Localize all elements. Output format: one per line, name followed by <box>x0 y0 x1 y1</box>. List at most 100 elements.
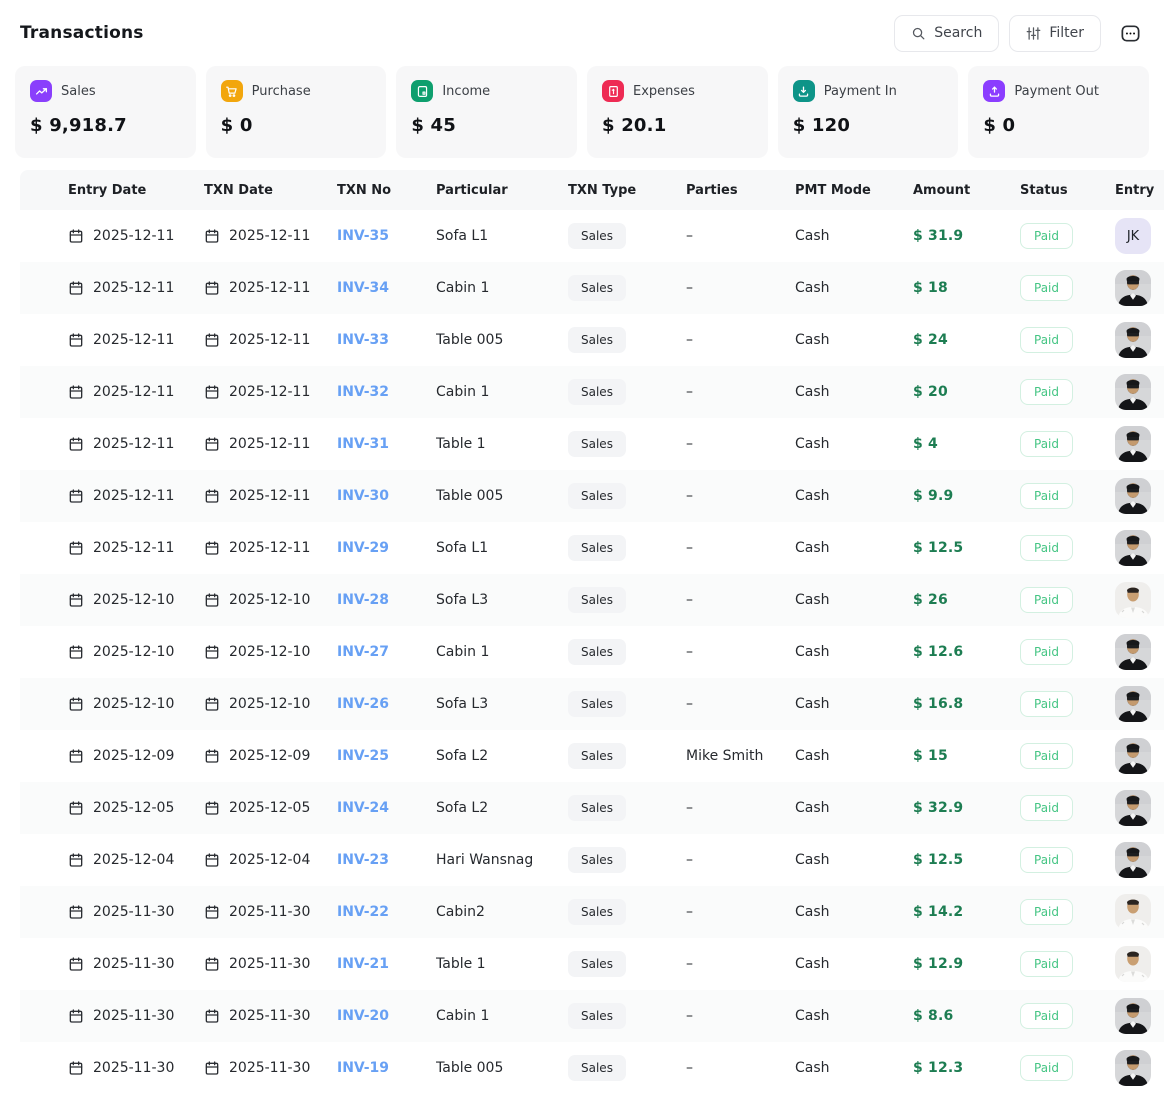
txn-type-badge: Sales <box>568 691 626 717</box>
txn-type-badge: Sales <box>568 587 626 613</box>
txn-no-link[interactable]: INV-23 <box>337 852 389 868</box>
txn-date: 2025-12-11 <box>229 540 310 556</box>
table-row[interactable]: 2025-12-10 2025-12-10 INV-27 Cabin 1 Sal… <box>20 626 1164 678</box>
status-badge: Paid <box>1020 847 1073 873</box>
entry-avatar <box>1115 634 1151 670</box>
entry-date-cell: 2025-12-11 <box>68 436 204 452</box>
status-badge: Paid <box>1020 743 1073 769</box>
entry-date: 2025-11-30 <box>93 956 174 972</box>
txn-no-link[interactable]: INV-28 <box>337 592 389 608</box>
search-button[interactable]: Search <box>894 15 999 52</box>
amount-cell: $ 18 <box>913 280 1020 296</box>
column-header: Parties <box>686 183 795 198</box>
txn-date-cell: 2025-12-10 <box>204 592 337 608</box>
txn-date-cell: 2025-12-11 <box>204 488 337 504</box>
entry-avatar <box>1115 842 1151 878</box>
table-row[interactable]: 2025-12-10 2025-12-10 INV-28 Sofa L3 Sal… <box>20 574 1164 626</box>
entry-date-cell: 2025-12-11 <box>68 228 204 244</box>
pmt-mode-cell: Cash <box>795 1008 913 1024</box>
status-badge: Paid <box>1020 691 1073 717</box>
card-value: $ 120 <box>793 115 944 136</box>
card-value: $ 9,918.7 <box>30 115 181 136</box>
table-row[interactable]: 2025-12-11 2025-12-11 INV-34 Cabin 1 Sal… <box>20 262 1164 314</box>
table-row[interactable]: 2025-12-11 2025-12-11 INV-33 Table 005 S… <box>20 314 1164 366</box>
txn-date-cell: 2025-12-11 <box>204 280 337 296</box>
table-row[interactable]: 2025-11-30 2025-11-30 INV-20 Cabin 1 Sal… <box>20 990 1164 1042</box>
txn-no-link[interactable]: INV-34 <box>337 280 389 296</box>
transactions-table: Entry DateTXN DateTXN NoParticularTXN Ty… <box>20 170 1164 1094</box>
table-row[interactable]: 2025-11-30 2025-11-30 INV-21 Table 1 Sal… <box>20 938 1164 990</box>
calendar-icon <box>68 436 84 452</box>
entry-avatar <box>1115 478 1151 514</box>
txn-no-link[interactable]: INV-27 <box>337 644 389 660</box>
txn-date: 2025-11-30 <box>229 1008 310 1024</box>
txn-date-cell: 2025-12-04 <box>204 852 337 868</box>
pmt-mode-cell: Cash <box>795 852 913 868</box>
txn-date: 2025-12-11 <box>229 488 310 504</box>
status-badge: Paid <box>1020 951 1073 977</box>
table-row[interactable]: 2025-12-11 2025-12-11 INV-32 Cabin 1 Sal… <box>20 366 1164 418</box>
entry-date: 2025-12-10 <box>93 696 174 712</box>
txn-no-link[interactable]: INV-24 <box>337 800 389 816</box>
txn-date: 2025-12-11 <box>229 280 310 296</box>
pmt-mode-cell: Cash <box>795 748 913 764</box>
txn-no-link[interactable]: INV-21 <box>337 956 389 972</box>
calendar-icon <box>204 852 220 868</box>
table-row[interactable]: 2025-11-30 2025-11-30 INV-22 Cabin2 Sale… <box>20 886 1164 938</box>
table-row[interactable]: 2025-12-11 2025-12-11 INV-29 Sofa L1 Sal… <box>20 522 1164 574</box>
txn-no-link[interactable]: INV-20 <box>337 1008 389 1024</box>
txn-no-link[interactable]: INV-35 <box>337 228 389 244</box>
amount-cell: $ 12.6 <box>913 644 1020 660</box>
table-row[interactable]: 2025-12-04 2025-12-04 INV-23 Hari Wansna… <box>20 834 1164 886</box>
amount-cell: $ 12.3 <box>913 1060 1020 1076</box>
card-value: $ 0 <box>221 115 372 136</box>
parties-cell: – <box>686 540 795 556</box>
table-row[interactable]: 2025-12-09 2025-12-09 INV-25 Sofa L2 Sal… <box>20 730 1164 782</box>
txn-no-link[interactable]: INV-29 <box>337 540 389 556</box>
txn-no-link[interactable]: INV-22 <box>337 904 389 920</box>
upload-icon <box>983 80 1005 102</box>
txn-no-link[interactable]: INV-31 <box>337 436 389 452</box>
particular-cell: Sofa L3 <box>436 592 568 608</box>
txn-no-link[interactable]: INV-25 <box>337 748 389 764</box>
particular-cell: Sofa L2 <box>436 800 568 816</box>
txn-date: 2025-12-05 <box>229 800 310 816</box>
txn-no-link[interactable]: INV-26 <box>337 696 389 712</box>
entry-date: 2025-12-11 <box>93 228 174 244</box>
table-row[interactable]: 2025-12-05 2025-12-05 INV-24 Sofa L2 Sal… <box>20 782 1164 834</box>
table-row[interactable]: 2025-12-11 2025-12-11 INV-35 Sofa L1 Sal… <box>20 210 1164 262</box>
transactions-table-body: 2025-12-11 2025-12-11 INV-35 Sofa L1 Sal… <box>20 210 1164 1094</box>
table-row[interactable]: 2025-12-10 2025-12-10 INV-26 Sofa L3 Sal… <box>20 678 1164 730</box>
status-badge: Paid <box>1020 379 1073 405</box>
status-badge: Paid <box>1020 639 1073 665</box>
entry-date: 2025-12-11 <box>93 384 174 400</box>
txn-no-link[interactable]: INV-19 <box>337 1060 389 1076</box>
status-badge: Paid <box>1020 535 1073 561</box>
entry-avatar <box>1115 790 1151 826</box>
entry-date-cell: 2025-12-04 <box>68 852 204 868</box>
calendar-icon <box>204 748 220 764</box>
topbar-actions: Search Filter <box>894 15 1142 52</box>
summary-card: Payment In $ 120 <box>778 66 959 158</box>
calendar-icon <box>204 488 220 504</box>
table-row[interactable]: 2025-12-11 2025-12-11 INV-31 Table 1 Sal… <box>20 418 1164 470</box>
table-row[interactable]: 2025-11-30 2025-11-30 INV-19 Table 005 S… <box>20 1042 1164 1094</box>
particular-cell: Cabin 1 <box>436 280 568 296</box>
entry-date: 2025-12-05 <box>93 800 174 816</box>
search-icon <box>911 26 926 41</box>
table-row[interactable]: 2025-12-11 2025-12-11 INV-30 Table 005 S… <box>20 470 1164 522</box>
pmt-mode-cell: Cash <box>795 280 913 296</box>
txn-no-link[interactable]: INV-33 <box>337 332 389 348</box>
pmt-mode-cell: Cash <box>795 488 913 504</box>
entry-date-cell: 2025-12-09 <box>68 748 204 764</box>
card-label: Payment Out <box>1014 84 1099 99</box>
parties-cell: – <box>686 800 795 816</box>
txn-no-link[interactable]: INV-30 <box>337 488 389 504</box>
filter-button[interactable]: Filter <box>1009 15 1101 52</box>
column-header: PMT Mode <box>795 183 913 198</box>
txn-date: 2025-12-11 <box>229 332 310 348</box>
more-options-button[interactable] <box>1119 22 1142 45</box>
calendar-icon <box>68 1008 84 1024</box>
txn-date-cell: 2025-12-09 <box>204 748 337 764</box>
txn-no-link[interactable]: INV-32 <box>337 384 389 400</box>
